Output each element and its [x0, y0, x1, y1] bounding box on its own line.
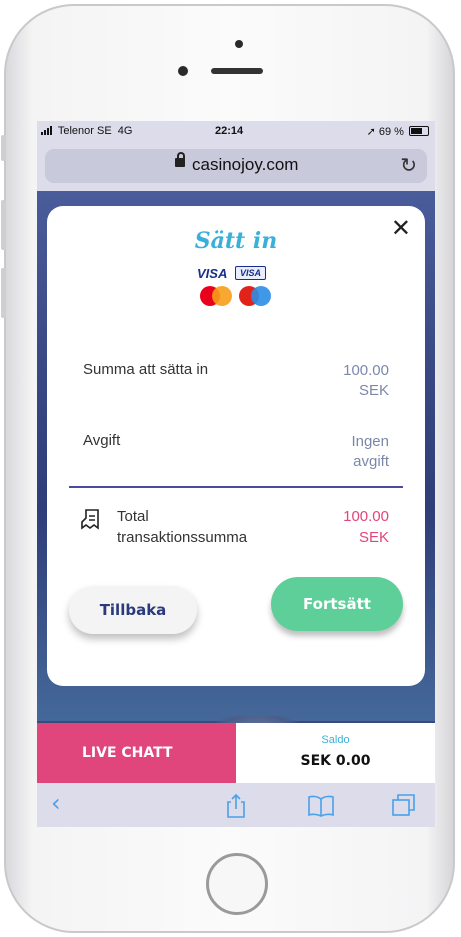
continue-button[interactable]: Fortsätt — [271, 577, 403, 631]
payment-logos: VISA VISA — [197, 266, 277, 312]
url-text: casinojoy.com — [192, 155, 299, 174]
location-icon: ➚ — [366, 126, 376, 138]
earpiece-speaker — [211, 68, 263, 74]
mastercard-logo — [200, 286, 234, 306]
battery-percent: 69 % — [378, 126, 404, 138]
bottom-bar: LIVE CHATT Saldo SEK 0.00 — [37, 723, 435, 783]
browser-address-area: casinojoy.com ↻ — [37, 141, 435, 191]
total-value: 100.00 SEK — [343, 508, 389, 546]
front-sensor — [235, 40, 243, 48]
carrier-name: Telenor SE — [57, 125, 112, 137]
tabs-icon[interactable] — [391, 793, 417, 817]
bookmarks-icon[interactable] — [307, 795, 335, 817]
maestro-logo — [239, 286, 273, 306]
battery-icon — [409, 126, 429, 136]
balance-label: Saldo — [321, 734, 350, 746]
live-chat-button[interactable]: LIVE CHATT — [37, 723, 236, 783]
clock: 22:14 — [215, 125, 244, 137]
phone-screen: Telenor SE 4G 22:14 ➚ 69 % casinojoy.com… — [37, 121, 435, 827]
signal-icon — [41, 126, 53, 138]
visa-electron-logo: VISA — [235, 266, 267, 280]
fee-label: Avgift — [83, 432, 121, 449]
status-bar: Telenor SE 4G 22:14 ➚ 69 % — [37, 121, 435, 141]
balance-panel[interactable]: Saldo SEK 0.00 — [236, 723, 435, 783]
address-bar[interactable]: casinojoy.com ↻ — [45, 149, 427, 183]
front-camera — [178, 66, 188, 76]
network-type: 4G — [117, 125, 133, 137]
balance-amount: SEK 0.00 — [300, 753, 371, 769]
back-icon[interactable]: ‹ — [51, 789, 61, 817]
lock-icon — [175, 152, 185, 167]
volume-down-button[interactable] — [1, 268, 6, 318]
fee-value: Ingen avgift — [351, 433, 389, 470]
back-button[interactable]: Tillbaka — [69, 586, 197, 634]
deposit-amount-label: Summa att sätta in — [83, 361, 209, 378]
mute-switch[interactable] — [1, 135, 6, 161]
volume-up-button[interactable] — [1, 200, 6, 250]
divider — [69, 486, 403, 488]
deposit-modal: ✕ Sätt in VISA VISA Summa att sätta in 1… — [47, 206, 425, 686]
deposit-amount-value: 100.00 SEK — [343, 362, 389, 399]
share-icon[interactable] — [225, 793, 247, 819]
visa-logo: VISA — [197, 266, 228, 281]
receipt-icon — [81, 509, 99, 530]
modal-title: Sätt in — [194, 228, 278, 254]
home-button[interactable] — [206, 853, 268, 915]
total-label: Total transaktionssumma — [117, 508, 248, 546]
browser-toolbar: ‹ — [37, 783, 435, 827]
reload-icon[interactable]: ↻ — [400, 153, 417, 178]
